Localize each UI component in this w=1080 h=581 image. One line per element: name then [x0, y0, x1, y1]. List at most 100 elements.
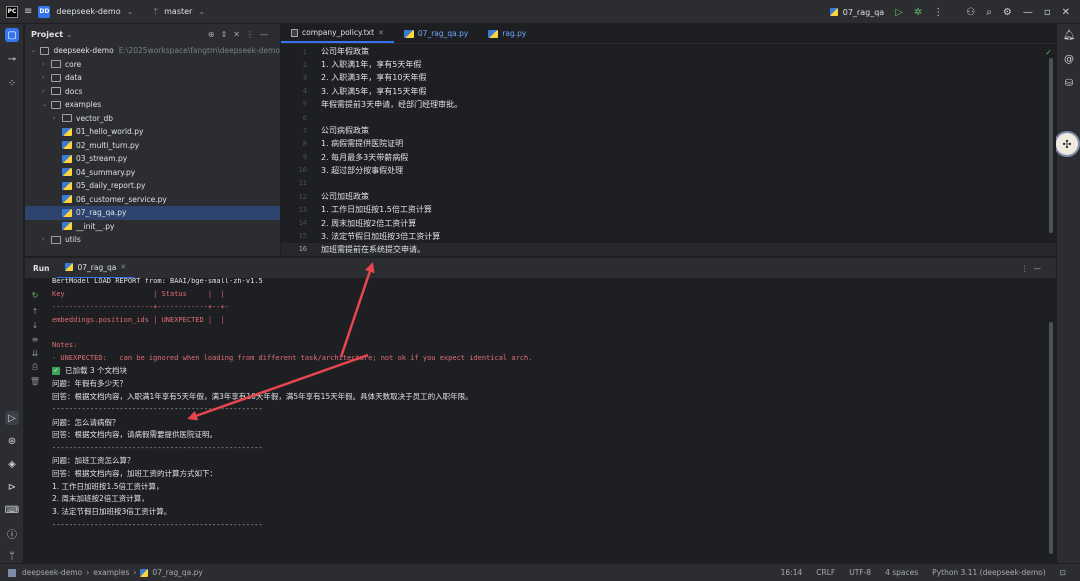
python-packages-icon[interactable]: ◈: [5, 457, 19, 471]
chevron-right-icon[interactable]: ›: [42, 236, 51, 243]
line-number: 15: [298, 232, 307, 241]
chevron-right-icon[interactable]: ›: [42, 74, 51, 81]
tree-item[interactable]: 02_multi_turn.py: [25, 139, 280, 153]
close-icon[interactable]: ✕: [378, 29, 384, 37]
chevron-down-icon[interactable]: ⌄: [42, 101, 51, 108]
code-line[interactable]: 4 3. 入职满5年，享有15天年假: [281, 85, 1056, 98]
up-icon[interactable]: ↑: [30, 306, 40, 316]
editor-scrollbar[interactable]: [1049, 58, 1053, 233]
problems-icon[interactable]: ⓘ: [5, 526, 19, 541]
project-switcher[interactable]: deepseek-demo: [56, 7, 120, 16]
code-line[interactable]: 5 年假需提前3天申请，经部门经理审批。: [281, 98, 1056, 111]
main-menu-icon[interactable]: ≡: [24, 6, 32, 17]
caret-position[interactable]: 16:14: [781, 568, 803, 577]
line-number: 7: [302, 126, 307, 135]
tree-item[interactable]: › vector_db: [25, 112, 280, 126]
console-text: - UNEXPECTED: can be ignored when loadin…: [52, 354, 533, 363]
panel-actions[interactable]: ⊕⇕✕⋮—: [208, 30, 274, 39]
ai-assistant-icon[interactable]: @: [1062, 52, 1076, 66]
code-line[interactable]: 14 2. 周末加班按2倍工资计算: [281, 216, 1056, 229]
code-line[interactable]: 2 1. 入职满1年，享有5天年假: [281, 58, 1056, 71]
code-line[interactable]: 8 1. 病假需提供医院证明: [281, 137, 1056, 150]
close-icon[interactable]: ✕: [1062, 7, 1070, 18]
code-line[interactable]: 7 公司病假政策: [281, 124, 1056, 137]
restore-icon[interactable]: ▫: [1044, 7, 1051, 18]
code-line[interactable]: 15 3. 法定节假日加班按3倍工资计算: [281, 230, 1056, 243]
rerun-icon[interactable]: ↻: [30, 290, 40, 300]
line-number: 10: [298, 166, 307, 175]
notifications-icon[interactable]: 🔔︎: [1062, 28, 1076, 42]
breadcrumb-item[interactable]: examples: [93, 568, 129, 577]
tree-item[interactable]: 04_summary.py: [25, 166, 280, 180]
code-view[interactable]: 1 公司年假政策 2 1. 入职满1年，享有5天年假 3 2. 入职满3年，享有10天年假…: [281, 45, 1056, 256]
tree-item[interactable]: ⌄ deepseek-demo E:\2025workspace\fangtm\de…: [25, 44, 280, 58]
minimize-icon[interactable]: —: [1023, 7, 1033, 18]
code-line[interactable]: 9 2. 每月最多3天带薪病假: [281, 151, 1056, 164]
code-line[interactable]: 6: [281, 111, 1056, 124]
chevron-right-icon[interactable]: ›: [53, 115, 62, 122]
run-panel-actions[interactable]: ⋮—: [1021, 264, 1046, 273]
line-separator[interactable]: CRLF: [816, 568, 835, 577]
editor-tab[interactable]: company_policy.txt ✕: [281, 24, 394, 43]
debug-icon[interactable]: ✲: [914, 7, 922, 18]
console-text: 问题：加班工资怎么算？: [52, 456, 135, 466]
tree-item[interactable]: 05_daily_report.py: [25, 179, 280, 193]
indent-setting[interactable]: 4 spaces: [885, 568, 918, 577]
project-tool-icon[interactable]: ▢: [5, 28, 19, 42]
services-icon[interactable]: ⊳: [5, 480, 19, 494]
editor-tab[interactable]: 07_rag_qa.py: [394, 24, 478, 43]
tree-item[interactable]: › core: [25, 58, 280, 72]
add-user-icon[interactable]: ⚇: [966, 7, 975, 18]
database-icon[interactable]: ⛁: [1062, 76, 1076, 90]
scroll-end-icon[interactable]: ⇊: [30, 348, 40, 358]
run-config-selector[interactable]: 07_rag_qa: [843, 8, 884, 17]
gear-icon[interactable]: ⚙: [1003, 7, 1012, 18]
code-line[interactable]: 13 1. 工作日加班按1.5倍工资计算: [281, 203, 1056, 216]
ai-floating-icon[interactable]: ✣: [1054, 131, 1080, 157]
run-icon[interactable]: ▷: [895, 7, 903, 18]
inspection-ok-icon[interactable]: ✓: [1045, 48, 1052, 57]
tree-item[interactable]: › docs: [25, 85, 280, 99]
tree-item[interactable]: › utils: [25, 233, 280, 247]
search-icon[interactable]: ⌕: [986, 7, 992, 18]
code-line[interactable]: 3 2. 入职满3年，享有10天年假: [281, 71, 1056, 84]
close-icon[interactable]: ✕: [120, 263, 126, 271]
tree-item[interactable]: ⌄ examples: [25, 98, 280, 112]
code-line[interactable]: 10 3. 超过部分按事假处理: [281, 164, 1056, 177]
panel-title[interactable]: Project: [31, 30, 63, 39]
code-line[interactable]: 1 公司年假政策: [281, 45, 1056, 58]
commit-icon[interactable]: ⊸: [5, 52, 19, 66]
run-console[interactable]: BertModel LOAD REPORT from: BAAI/bge-sma…: [46, 278, 1056, 563]
python-console-icon[interactable]: ⊛: [5, 434, 19, 448]
git-icon[interactable]: ᛘ: [5, 549, 19, 563]
code-line[interactable]: 11: [281, 177, 1056, 190]
wrap-icon[interactable]: ≡: [30, 334, 40, 344]
branch-switcher[interactable]: master: [164, 7, 192, 16]
run-tool-icon[interactable]: ▷: [5, 411, 19, 425]
file-encoding[interactable]: UTF-8: [849, 568, 871, 577]
breadcrumb-item[interactable]: deepseek-demo: [22, 568, 82, 577]
editor-tab[interactable]: rag.py: [478, 24, 536, 43]
tree-item[interactable]: › data: [25, 71, 280, 85]
chevron-right-icon[interactable]: ›: [42, 61, 51, 68]
chevron-down-icon[interactable]: ⌄: [31, 47, 40, 54]
python-interpreter[interactable]: Python 3.11 (deepseek-demo): [932, 568, 1046, 577]
tree-item[interactable]: 06_customer_service.py: [25, 193, 280, 207]
tree-item[interactable]: 01_hello_world.py: [25, 125, 280, 139]
tree-item[interactable]: 07_rag_qa.py: [25, 206, 280, 220]
terminal-icon[interactable]: ⌨: [5, 503, 19, 517]
breadcrumb-item[interactable]: 07_rag_qa.py: [152, 568, 202, 577]
more-icon[interactable]: ⋮: [933, 7, 943, 18]
lock-icon[interactable]: ⊡: [1060, 568, 1066, 577]
tree-item[interactable]: __init__.py: [25, 220, 280, 234]
code-line[interactable]: 16 加班需提前在系统提交申请。: [281, 242, 1056, 256]
run-tab[interactable]: 07_rag_qa ✕: [57, 258, 135, 279]
down-icon[interactable]: ↓: [30, 320, 40, 330]
code-line[interactable]: 12 公司加班政策: [281, 190, 1056, 203]
tree-item[interactable]: 03_stream.py: [25, 152, 280, 166]
console-scrollbar[interactable]: [1049, 322, 1053, 554]
trash-icon[interactable]: 🗑︎: [30, 376, 40, 386]
structure-icon[interactable]: ⁘: [5, 76, 19, 90]
chevron-right-icon[interactable]: ›: [42, 88, 51, 95]
print-icon[interactable]: ⎙: [30, 362, 40, 372]
